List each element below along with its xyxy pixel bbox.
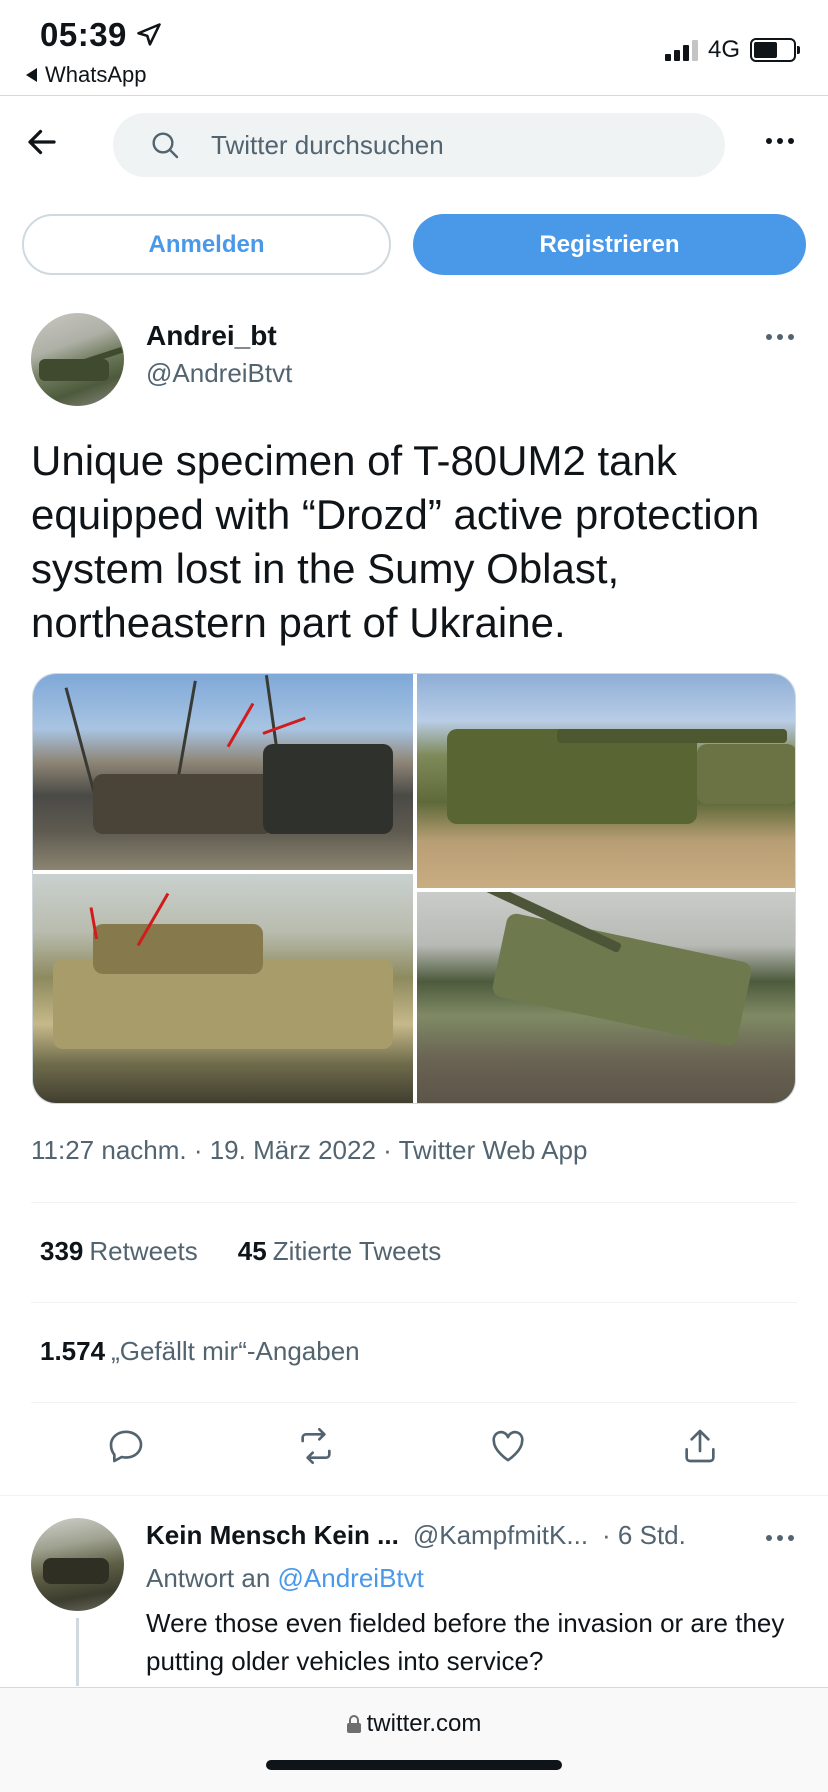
thread-line — [76, 1618, 79, 1686]
back-to-app-link[interactable]: WhatsApp — [26, 62, 147, 88]
tweet-actions — [0, 1420, 828, 1476]
retweet-icon[interactable] — [296, 1426, 336, 1466]
back-arrow-icon[interactable] — [24, 124, 60, 160]
location-arrow-icon — [137, 23, 161, 46]
cellular-signal-icon — [664, 39, 698, 61]
back-triangle-icon — [26, 68, 37, 82]
tweet-photo-1[interactable] — [33, 674, 413, 870]
likes-count: 1.574 — [40, 1336, 106, 1366]
lock-icon — [346, 1715, 361, 1733]
reply-time: · 6 Std. — [602, 1520, 686, 1550]
login-button[interactable]: Anmelden — [22, 214, 391, 275]
likes-stat[interactable]: 1.574 „Gefällt mir“-Angaben — [40, 1336, 360, 1367]
reply-to-handle-link[interactable]: @AndreiBtvt — [278, 1563, 424, 1593]
tweet-timestamp: 11:27 nachm. · 19. März 2022 · Twitter W… — [31, 1135, 588, 1165]
quotes-count: 45 — [237, 1236, 267, 1266]
home-indicator[interactable] — [266, 1760, 562, 1770]
reply-author-name[interactable]: Kein Mensch Kein ... — [146, 1520, 399, 1551]
status-bar: 05:39 WhatsApp 4G — [0, 0, 828, 95]
author-name[interactable]: Andrei_bt — [146, 320, 277, 352]
reply-more-icon[interactable] — [766, 1535, 794, 1541]
likes-label: „Gefällt mir“-Angaben — [111, 1336, 360, 1366]
tweet-photo-4[interactable] — [417, 892, 795, 1103]
tweet-more-icon[interactable] — [766, 334, 794, 340]
tweet-photo-3[interactable] — [33, 874, 413, 1103]
divider — [31, 1202, 797, 1203]
tweet-text: Unique specimen of T-80UM2 tank equipped… — [31, 437, 760, 646]
browser-address-bar[interactable]: twitter.com — [0, 1687, 828, 1792]
search-header: Twitter durchsuchen — [0, 96, 828, 196]
back-app-label: WhatsApp — [45, 62, 147, 87]
tweet-photo-2[interactable] — [417, 674, 795, 888]
likes-stats: 1.574 „Gefällt mir“-Angaben — [40, 1336, 360, 1367]
quotes-stat[interactable]: 45 Zitierte Tweets — [238, 1236, 442, 1267]
search-placeholder: Twitter durchsuchen — [211, 129, 444, 160]
register-button[interactable]: Registrieren — [413, 214, 806, 275]
reply-to-prefix: Antwort an — [146, 1563, 271, 1593]
reply-icon[interactable] — [106, 1426, 146, 1466]
reply-author-handle[interactable]: @KampfmitK... — [413, 1520, 588, 1551]
reply-header: Kein Mensch Kein ... @KampfmitK... · 6 S… — [146, 1520, 686, 1551]
retweets-count: 339 — [40, 1236, 84, 1266]
quotes-label: Zitierte Tweets — [272, 1236, 442, 1266]
more-options-icon[interactable] — [766, 138, 794, 144]
reply-to-line: Antwort an @AndreiBtvt — [146, 1563, 424, 1594]
divider — [31, 1402, 797, 1403]
author-avatar[interactable] — [31, 313, 124, 406]
url-display[interactable]: twitter.com — [0, 1710, 828, 1738]
engagement-stats: 339 Retweets 45 Zitierte Tweets — [40, 1236, 441, 1267]
like-heart-icon[interactable] — [488, 1426, 528, 1466]
reply-text: Were those even fielded before the invas… — [146, 1608, 785, 1676]
battery-icon — [750, 38, 800, 62]
status-time-text: 05:39 — [40, 16, 127, 53]
search-input[interactable]: Twitter durchsuchen — [113, 113, 725, 177]
divider — [31, 1302, 797, 1303]
network-type: 4G — [707, 36, 740, 63]
search-icon — [152, 132, 179, 159]
retweets-label: Retweets — [89, 1236, 198, 1266]
share-icon[interactable] — [680, 1426, 720, 1466]
divider — [0, 1495, 828, 1496]
status-time: 05:39 — [40, 16, 163, 54]
retweets-stat[interactable]: 339 Retweets — [40, 1236, 198, 1267]
tweet-media-grid — [32, 673, 796, 1104]
reply-avatar[interactable] — [31, 1518, 124, 1611]
url-text: twitter.com — [366, 1710, 482, 1737]
author-handle[interactable]: @AndreiBtvt — [146, 358, 292, 389]
status-indicators: 4G — [664, 36, 800, 64]
